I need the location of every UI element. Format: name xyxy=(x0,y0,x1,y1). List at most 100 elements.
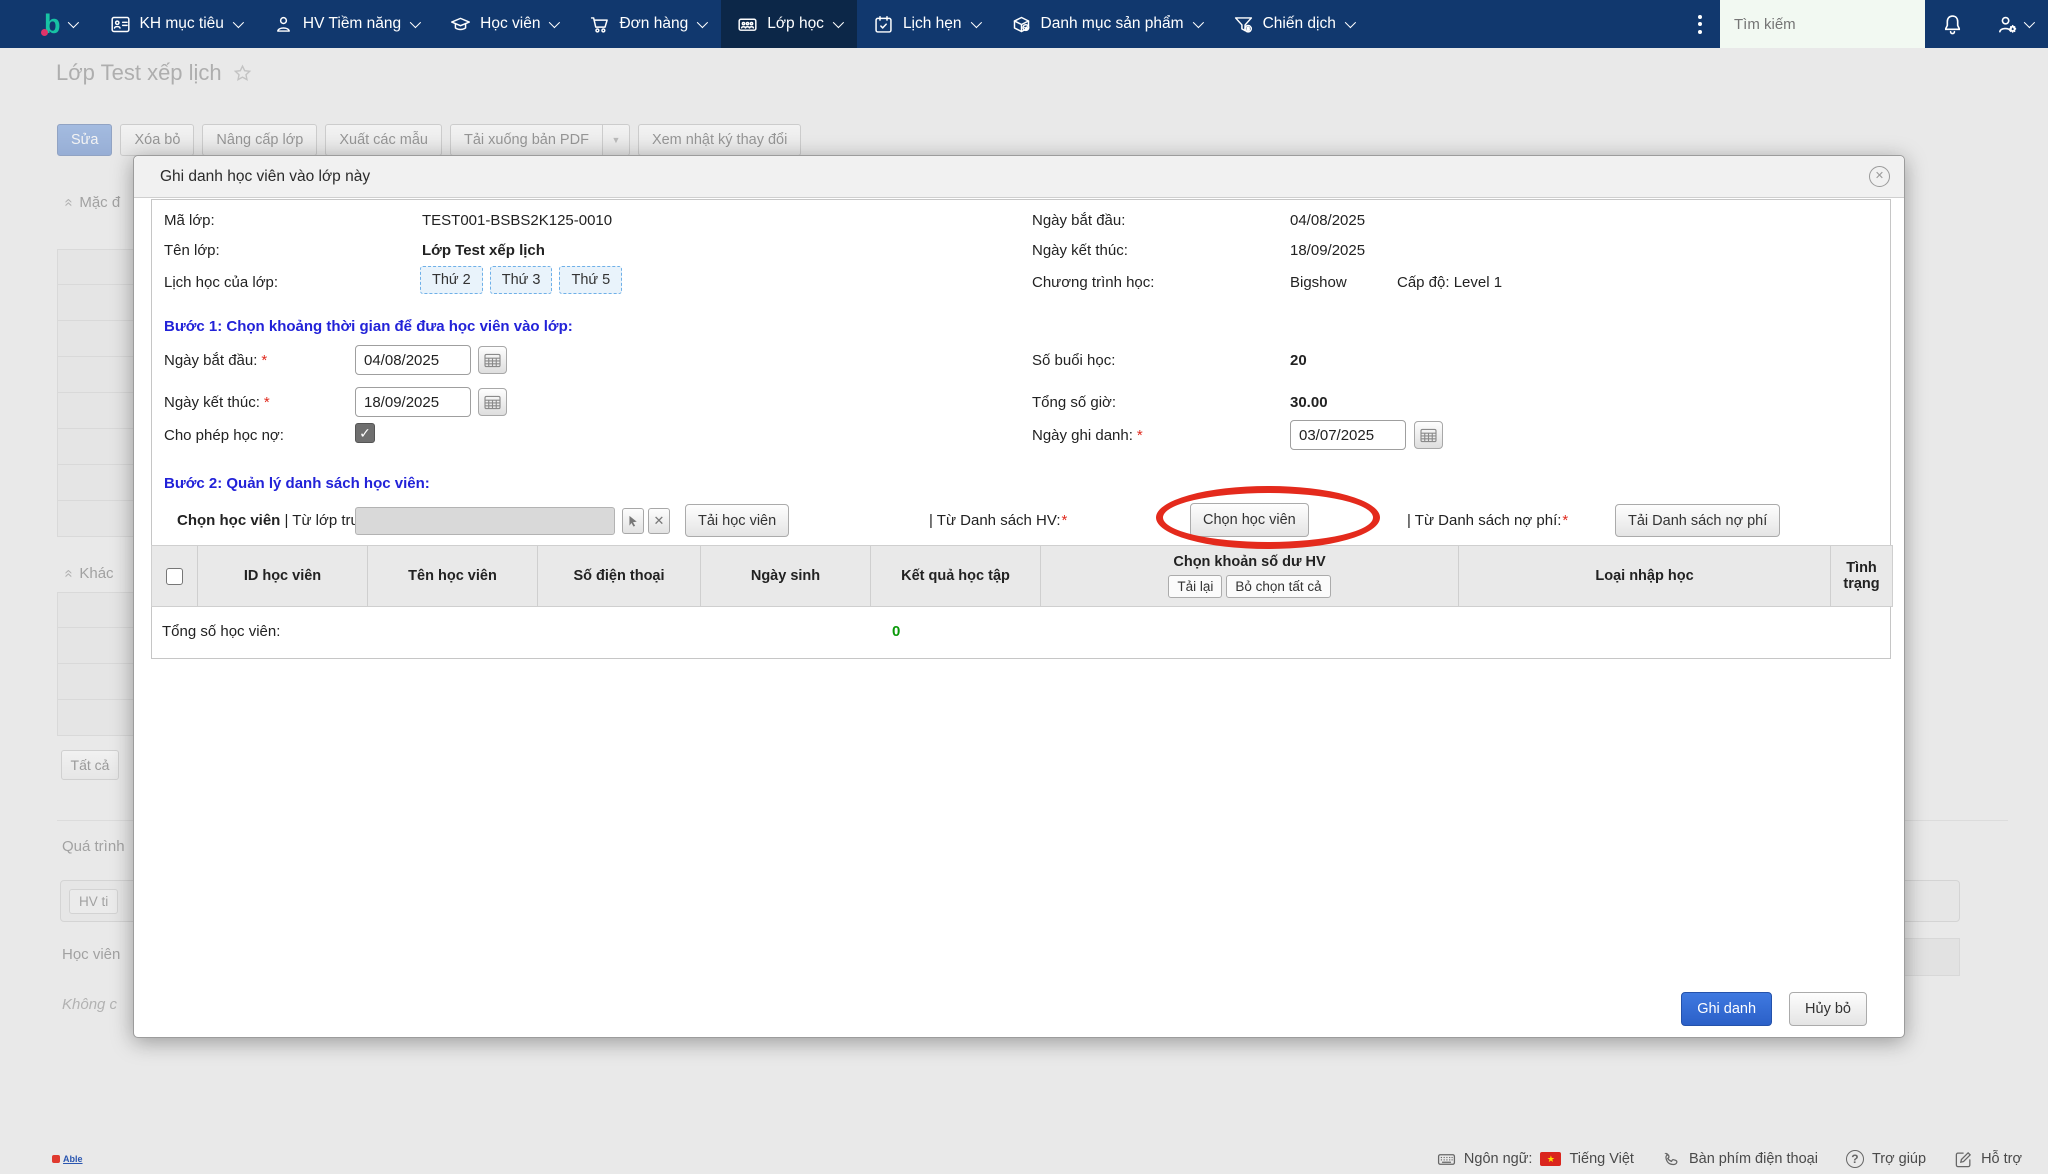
select-all-cell xyxy=(152,546,198,607)
select-all-checkbox[interactable] xyxy=(166,568,183,585)
day-chip-thu[interactable]: Thứ 5 xyxy=(559,266,622,294)
allow-debt-checkbox[interactable]: ✓ xyxy=(355,423,375,443)
export-templates-button[interactable]: Xuất các mẫu xyxy=(325,124,442,156)
more-menu-icon[interactable] xyxy=(1680,0,1720,48)
notifications-button[interactable] xyxy=(1925,0,1980,48)
student-row-label: Học viên xyxy=(62,946,120,963)
phone-keyboard-label: Bàn phím điện thoại xyxy=(1689,1151,1818,1167)
nav-item-chien-dich[interactable]: Chiến dịch xyxy=(1217,0,1369,48)
enroll-submit-button[interactable]: Ghi danh xyxy=(1681,992,1772,1026)
total-row: Tổng số học viên: 0 xyxy=(152,607,1890,659)
chevron-down-icon xyxy=(410,17,421,28)
enroll-date-input[interactable] xyxy=(1290,420,1406,450)
people-group-icon xyxy=(737,14,758,35)
total-students-value: 0 xyxy=(892,623,900,640)
person-icon xyxy=(273,14,294,35)
enroll-date-calendar-button[interactable] xyxy=(1414,421,1443,449)
upgrade-class-button[interactable]: Nâng cấp lớp xyxy=(202,124,317,156)
language-label: Ngôn ngữ: xyxy=(1464,1151,1533,1167)
calendar-icon xyxy=(1420,428,1437,443)
help-link[interactable]: ? Trợ giúp xyxy=(1846,1150,1926,1168)
start-date-calendar-button[interactable] xyxy=(478,346,507,374)
enroll-date-label: Ngày ghi danh:* xyxy=(1032,427,1143,444)
funnel-dollar-icon xyxy=(1233,14,1254,35)
delete-button[interactable]: Xóa bỏ xyxy=(120,124,194,156)
allow-debt-label: Cho phép học nợ: xyxy=(164,427,284,444)
change-log-button[interactable]: Xem nhật ký thay đổi xyxy=(638,124,801,156)
user-settings-menu[interactable] xyxy=(1980,0,2048,48)
start-date-input[interactable] xyxy=(355,345,471,375)
filter-tag[interactable]: HV ti xyxy=(69,889,118,914)
col-status: Tình trạng xyxy=(1831,546,1893,607)
help-label: Trợ giúp xyxy=(1872,1151,1926,1167)
chevron-down-icon xyxy=(697,17,708,28)
class-toolbar: Sửa Xóa bỏ Nâng cấp lớp Xuất các mẫu Tải… xyxy=(57,124,801,156)
all-button[interactable]: Tất cả xyxy=(61,750,119,780)
nav-item-hv-tiem-nang[interactable]: HV Tiềm năng xyxy=(257,0,434,48)
previous-class-input[interactable] xyxy=(355,507,615,535)
chevron-down-icon xyxy=(233,17,244,28)
download-pdf-dropdown-arrow[interactable]: ▼ xyxy=(603,124,630,156)
cart-icon xyxy=(589,14,610,35)
top-nav: b KH mục tiêu HV Tiềm năng Học viên Đơn … xyxy=(0,0,2048,48)
phone-keyboard-link[interactable]: Bàn phím điện thoại xyxy=(1662,1150,1818,1169)
edit-button[interactable]: Sửa xyxy=(57,124,112,156)
program-value: Bigshow xyxy=(1290,274,1347,291)
load-students-button[interactable]: Tải học viên xyxy=(685,504,789,537)
process-section-label: Quá trình xyxy=(62,838,125,855)
sessions-label: Số buổi học: xyxy=(1032,352,1115,369)
nav-item-kh-muc-tieu[interactable]: KH mục tiêu xyxy=(94,0,257,48)
class-name-label: Tên lớp: xyxy=(164,242,220,259)
support-label: Hỗ trợ xyxy=(1981,1151,2022,1167)
collapse-icon: « xyxy=(61,198,78,206)
nav-item-don-hang[interactable]: Đơn hàng xyxy=(573,0,721,48)
nav-item-lich-hen[interactable]: Lịch hẹn xyxy=(857,0,995,48)
col-admission-type: Loại nhập học xyxy=(1459,546,1831,607)
favorite-star-icon[interactable] xyxy=(232,63,253,84)
nav-item-danh-muc-san-pham[interactable]: Danh mục sản phẩm xyxy=(995,0,1217,48)
end-date-calendar-button[interactable] xyxy=(478,388,507,416)
pick-students-button[interactable]: Chọn học viên xyxy=(1190,503,1309,537)
nav-item-lop-hoc[interactable]: Lớp học xyxy=(721,0,857,48)
graduation-cap-icon xyxy=(450,14,471,35)
footer-bar: Able Ngôn ngữ: ★ Tiếng Việt Bàn phím điệ… xyxy=(0,1144,2048,1174)
language-switcher[interactable]: Ngôn ngữ: ★ Tiếng Việt xyxy=(1437,1150,1634,1169)
calendar-icon xyxy=(484,395,501,410)
end-date-info-value: 18/09/2025 xyxy=(1290,242,1365,259)
clear-selection-button[interactable]: ✕ xyxy=(648,508,670,534)
col-study-result: Kết quả học tập xyxy=(871,546,1041,607)
class-code-value: TEST001-BSBS2K125-0010 xyxy=(422,212,612,229)
end-date-info-label: Ngày kết thúc: xyxy=(1032,242,1128,259)
nav-item-label: Chiến dịch xyxy=(1263,15,1336,33)
picker-cursor-button[interactable] xyxy=(622,508,644,534)
download-pdf-button[interactable]: Tải xuống bản PDF xyxy=(450,124,603,156)
brand-menu[interactable]: b xyxy=(0,0,94,48)
nav-item-label: Danh mục sản phẩm xyxy=(1041,15,1184,33)
support-link[interactable]: Hỗ trợ xyxy=(1954,1150,2022,1169)
end-date-label: Ngày kết thúc:* xyxy=(164,394,270,411)
chevron-down-icon xyxy=(549,17,560,28)
cancel-button[interactable]: Hủy bỏ xyxy=(1789,992,1867,1026)
reload-balance-button[interactable]: Tải lại xyxy=(1168,575,1222,598)
end-date-input[interactable] xyxy=(355,387,471,417)
hours-value: 30.00 xyxy=(1290,394,1328,411)
hours-label: Tổng số giờ: xyxy=(1032,394,1116,411)
language-value: Tiếng Việt xyxy=(1569,1151,1634,1167)
class-code-label: Mã lớp: xyxy=(164,212,215,229)
id-card-icon xyxy=(110,14,131,35)
col-student-id: ID học viên xyxy=(198,546,368,607)
question-icon: ? xyxy=(1846,1150,1864,1168)
nav-item-hoc-vien[interactable]: Học viên xyxy=(434,0,573,48)
level-value: Cấp độ: Level 1 xyxy=(1397,274,1502,291)
close-icon[interactable]: ✕ xyxy=(1869,166,1890,187)
day-chip-tue[interactable]: Thứ 3 xyxy=(490,266,553,294)
deselect-all-button[interactable]: Bỏ chọn tất cả xyxy=(1226,575,1330,598)
phone-icon xyxy=(1662,1150,1681,1169)
search-input[interactable] xyxy=(1734,16,1933,33)
able-brand-link[interactable]: Able xyxy=(52,1154,83,1164)
modal-title: Ghi danh học viên vào lớp này xyxy=(160,168,370,186)
calendar-check-icon xyxy=(873,14,894,35)
day-chip-mon[interactable]: Thứ 2 xyxy=(420,266,483,294)
load-debt-list-button[interactable]: Tải Danh sách nợ phí xyxy=(1615,504,1780,537)
chevron-down-icon xyxy=(970,17,981,28)
